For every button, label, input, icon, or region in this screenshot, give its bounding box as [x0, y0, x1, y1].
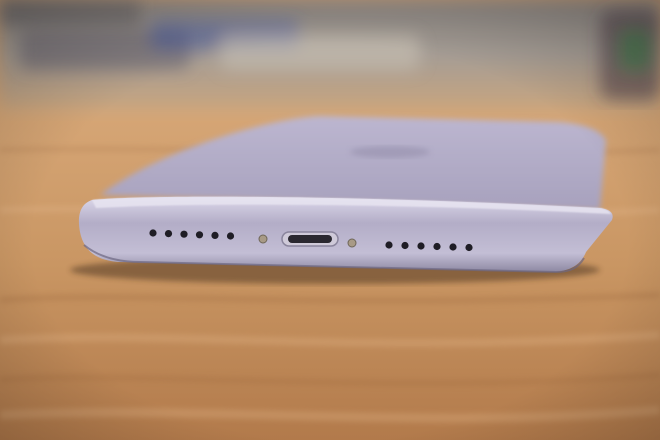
photo-scene — [0, 0, 660, 440]
vignette — [0, 0, 660, 440]
photo-canvas — [0, 0, 660, 440]
